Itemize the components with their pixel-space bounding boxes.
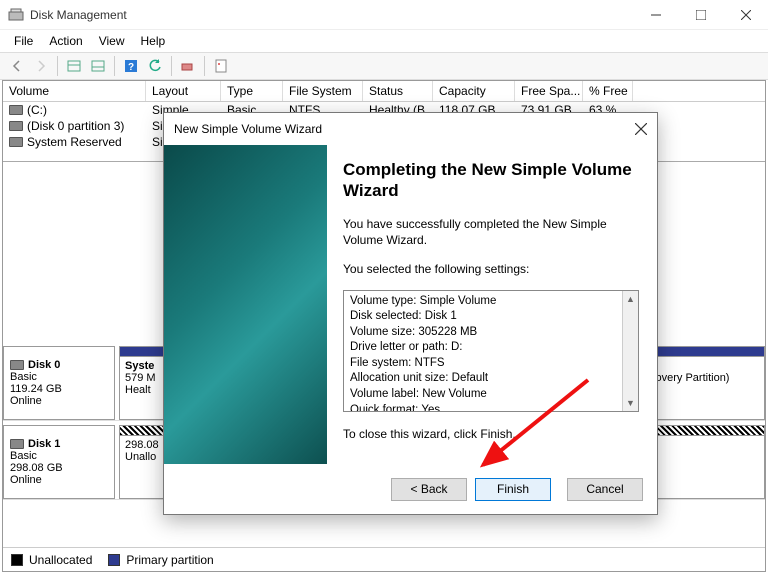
finish-button[interactable]: Finish — [475, 478, 551, 501]
col-layout[interactable]: Layout — [146, 81, 221, 101]
settings-line: Volume size: 305228 MB — [350, 325, 632, 341]
scrollbar[interactable] — [622, 291, 638, 411]
window-title: Disk Management — [30, 8, 633, 22]
wizard-text: To close this wizard, click Finish. — [343, 426, 639, 443]
menu-action[interactable]: Action — [41, 32, 90, 50]
refresh-icon[interactable] — [144, 55, 166, 77]
col-capacity[interactable]: Capacity — [433, 81, 515, 101]
menu-view[interactable]: View — [91, 32, 133, 50]
settings-line: Quick format: Yes — [350, 403, 632, 412]
settings-line: Drive letter or path: D: — [350, 340, 632, 356]
volume-list-header: Volume Layout Type File System Status Ca… — [3, 81, 765, 102]
toolbar: ? — [0, 52, 768, 80]
window-titlebar: Disk Management — [0, 0, 768, 30]
menu-help[interactable]: Help — [133, 32, 174, 50]
legend-swatch-primary — [108, 554, 120, 566]
col-free[interactable]: Free Spa... — [515, 81, 583, 101]
back-button[interactable]: < Back — [391, 478, 467, 501]
minimize-button[interactable] — [633, 0, 678, 29]
disk-label: Disk 1 — [28, 438, 60, 450]
wizard-settings-box[interactable]: Volume type: Simple VolumeDisk selected:… — [343, 290, 639, 412]
recovery-partition[interactable]: covery Partition) — [644, 357, 764, 419]
wizard-title: New Simple Volume Wizard — [174, 122, 635, 136]
volume-icon — [9, 137, 23, 147]
view-bottom-icon[interactable] — [87, 55, 109, 77]
col-status[interactable]: Status — [363, 81, 433, 101]
volume-name: (Disk 0 partition 3) — [27, 119, 124, 133]
col-type[interactable]: Type — [221, 81, 283, 101]
volume-name: (C:) — [27, 103, 47, 117]
legend: Unallocated Primary partition — [3, 547, 765, 571]
settings-line: Volume type: Simple Volume — [350, 294, 632, 310]
wizard-dialog: New Simple Volume Wizard Completing the … — [163, 112, 658, 515]
maximize-button[interactable] — [678, 0, 723, 29]
wizard-text: You have successfully completed the New … — [343, 216, 639, 250]
disk-header[interactable]: Disk 0 Basic 119.24 GB Online — [3, 346, 115, 420]
wizard-titlebar: New Simple Volume Wizard — [164, 113, 657, 145]
help-icon[interactable]: ? — [120, 55, 142, 77]
settings-line: File system: NTFS — [350, 356, 632, 372]
back-icon[interactable] — [6, 55, 28, 77]
disk-label: Disk 0 — [28, 359, 60, 371]
settings-line: Allocation unit size: Default — [350, 371, 632, 387]
volume-name: System Reserved — [27, 135, 122, 149]
legend-swatch-unallocated — [11, 554, 23, 566]
wizard-heading: Completing the New Simple Volume Wizard — [343, 159, 639, 202]
wizard-sidebar-graphic — [164, 145, 327, 464]
close-icon[interactable] — [635, 123, 647, 135]
menu-file[interactable]: File — [6, 32, 41, 50]
legend-label: Unallocated — [29, 553, 92, 567]
legend-label: Primary partition — [126, 553, 213, 567]
forward-icon[interactable] — [30, 55, 52, 77]
disk-header[interactable]: Disk 1 Basic 298.08 GB Online — [3, 425, 115, 499]
disk-icon — [10, 360, 24, 370]
action-icon[interactable] — [177, 55, 199, 77]
wizard-content: Completing the New Simple Volume Wizard … — [327, 145, 657, 464]
col-pctfree[interactable]: % Free — [583, 81, 633, 101]
wizard-text: You selected the following settings: — [343, 261, 639, 278]
properties-icon[interactable] — [210, 55, 232, 77]
settings-line: Volume label: New Volume — [350, 387, 632, 403]
svg-text:?: ? — [128, 62, 134, 73]
volume-icon — [9, 121, 23, 131]
disk-icon — [10, 439, 24, 449]
menu-bar: File Action View Help — [0, 30, 768, 52]
volume-icon — [9, 105, 23, 115]
cancel-button[interactable]: Cancel — [567, 478, 643, 501]
close-button[interactable] — [723, 0, 768, 29]
col-filesystem[interactable]: File System — [283, 81, 363, 101]
app-icon — [8, 7, 24, 23]
settings-line: Disk selected: Disk 1 — [350, 309, 632, 325]
view-top-icon[interactable] — [63, 55, 85, 77]
wizard-button-row: < Back Finish Cancel — [164, 464, 657, 514]
col-volume[interactable]: Volume — [3, 81, 146, 101]
